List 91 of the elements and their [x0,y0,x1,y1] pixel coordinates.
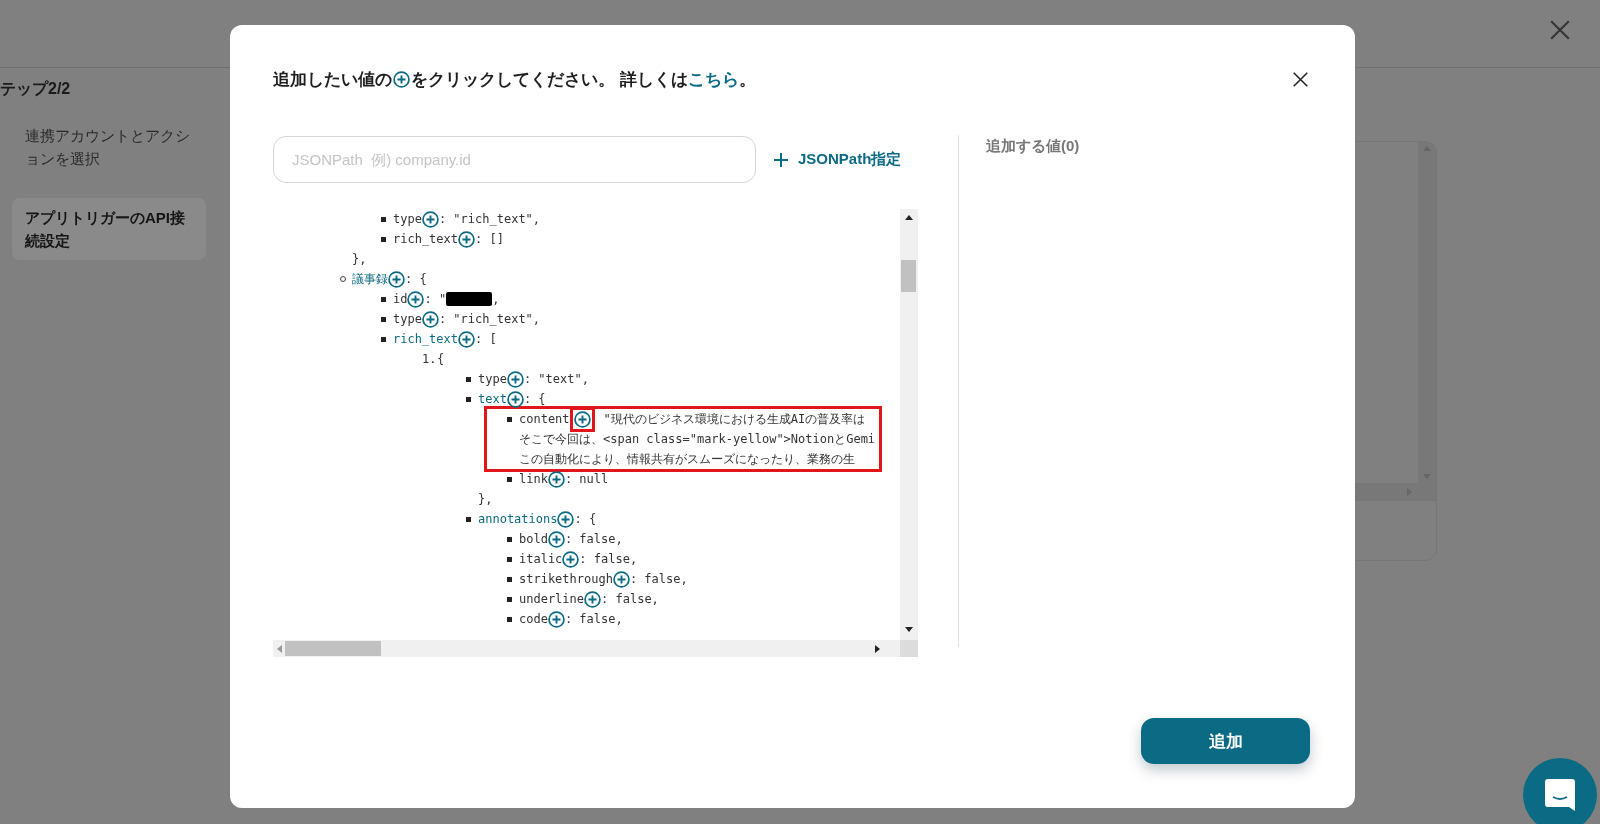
list-bullet [507,576,512,582]
scrollbar[interactable] [273,640,900,657]
details-link[interactable]: こちら [687,67,739,91]
json-key: italic [519,552,563,566]
list-bullet [507,556,512,562]
add-plus-icon[interactable] [421,210,439,228]
add-plus-icon[interactable] [557,510,575,528]
add-plus-icon[interactable] [547,530,565,548]
json-value: : false, [564,612,623,626]
json-key: type [393,312,422,326]
add-plus-icon[interactable] [506,370,524,388]
list-bullet [381,336,386,342]
selected-values-title: 追加する値(0) [986,137,1080,156]
step-item[interactable]: アプリトリガーのAPI接続設定 [12,198,206,260]
json-value: : { [574,512,597,526]
json-key: bold [519,532,548,546]
add-plus-icon[interactable] [421,310,439,328]
json-value: : null [564,472,609,486]
bracket-text: { [437,352,445,366]
chat-bubble-icon [1545,779,1575,811]
scroll-down-arrow-icon[interactable] [905,627,913,632]
close-icon[interactable] [1292,70,1309,88]
json-value: : "rich_text", [438,212,541,226]
scrollbar-corner [900,640,918,657]
json-value: : "text", [523,372,589,386]
json-value: "現代のビジネス環境における生成AIの普及率は [603,410,866,428]
json-key: strikethrough [519,572,613,586]
json-key: id [393,292,408,306]
json-value: : false, [564,532,623,546]
scroll-up-arrow-icon[interactable] [905,215,913,220]
list-bullet [466,396,471,402]
add-plus-icon[interactable] [547,470,565,488]
scrollbar-thumb[interactable] [901,260,916,292]
list-bullet [507,596,512,602]
scrollbar[interactable] [900,209,918,640]
json-value: : false, [629,572,688,586]
json-key: content [519,412,570,426]
add-plus-icon[interactable] [393,70,410,88]
add-plus-icon[interactable] [458,330,476,348]
json-key[interactable]: text [478,392,507,406]
json-key[interactable]: rich_text [393,332,459,346]
json-key[interactable]: 議事録 [352,270,388,288]
json-value: : [] [475,232,504,246]
json-key[interactable]: annotations [478,512,558,526]
json-key: code [519,612,548,626]
list-bullet [507,536,512,542]
json-value: : " [424,292,447,306]
add-button[interactable]: 追加 [1141,718,1310,764]
json-value: : { [405,272,427,286]
json-value: : [ [475,332,497,346]
add-plus-icon[interactable] [562,550,580,568]
list-bullet [381,236,386,242]
list-bullet [466,516,471,522]
json-value: そこで今回は、<span class="mark-yellow">NotionとGemi [519,431,876,448]
list-bullet [381,296,386,302]
add-plus-icon[interactable] [458,230,476,248]
add-plus-icon[interactable] [612,570,630,588]
scroll-right-arrow-icon[interactable] [875,645,880,653]
list-bullet [507,476,512,482]
instruction-text: 追加したい値の をクリックしてください。 詳しくはこちら。 [273,67,756,91]
json-key: underline [519,592,585,606]
json-value: , [492,292,500,306]
list-bullet [381,316,386,322]
list-bullet [381,216,386,222]
bracket-text: }, [478,492,493,506]
scrollbar-thumb[interactable] [285,641,381,656]
json-value: この自動化により、情報共有がスムーズになったり、業務の生 [519,451,856,468]
step-label: テップ2/2 [0,79,72,99]
search-field[interactable]: JSONPath 例) company.id [273,136,756,183]
list-bullet [466,376,471,382]
plus-icon [774,152,788,167]
add-plus-icon[interactable] [506,390,524,408]
json-key: type [478,372,507,386]
jsonpath-button[interactable]: JSONPath指定 [774,150,902,169]
json-value: : false, [579,552,638,566]
add-plus-icon[interactable] [584,590,602,608]
add-plus-icon[interactable] [547,610,565,628]
add-plus-icon[interactable] [407,290,425,308]
list-index: 1. [422,352,437,366]
list-bullet [507,416,512,422]
add-plus-icon[interactable] [388,270,405,288]
step-item[interactable]: 連携アカウントとアクションを選択 [12,116,206,178]
json-value: : false, [601,592,659,606]
bracket-text: }, [352,252,367,266]
json-value: : "rich_text", [438,312,541,326]
json-key: link [519,472,548,486]
chat-button[interactable] [1523,758,1597,824]
list-bullet [507,616,512,622]
json-value: : { [523,392,546,406]
json-key: type [393,212,422,226]
json-key: rich_text [393,232,459,246]
